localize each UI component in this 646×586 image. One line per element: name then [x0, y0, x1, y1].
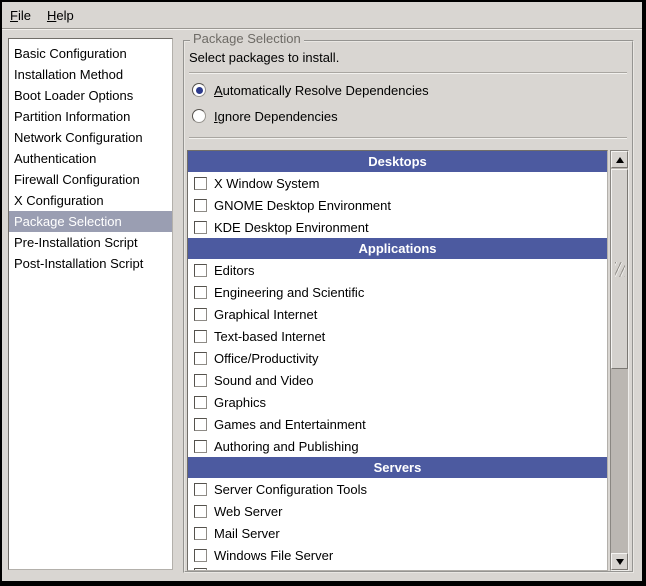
package-row[interactable]: Windows File Server [188, 544, 607, 566]
kickstart-configurator-window: File Help Basic Configuration Installati… [0, 0, 646, 586]
sidebar-item-post-installation-script[interactable]: Post-Installation Script [9, 253, 172, 274]
checkbox-unchecked-icon[interactable] [194, 374, 207, 387]
package-label: Engineering and Scientific [214, 285, 364, 300]
package-row[interactable]: Authoring and Publishing [188, 435, 607, 457]
radio-ignore-dependencies[interactable]: Ignore Dependencies [192, 105, 338, 127]
checkbox-unchecked-icon[interactable] [194, 527, 207, 540]
arrow-down-icon [616, 559, 624, 565]
separator [189, 137, 627, 139]
package-label: Editors [214, 263, 254, 278]
package-label: Graphics [214, 395, 266, 410]
checkbox-unchecked-icon[interactable] [194, 418, 207, 431]
package-row[interactable]: Mail Server [188, 522, 607, 544]
checkbox-unchecked-icon[interactable] [194, 264, 207, 277]
radio-auto-resolve-dependencies[interactable]: Automatically Resolve Dependencies [192, 79, 429, 101]
frame-subtitle: Select packages to install. [189, 49, 339, 66]
package-row[interactable]: Office/Productivity [188, 347, 607, 369]
package-label: Office/Productivity [214, 351, 319, 366]
checkbox-unchecked-icon[interactable] [194, 483, 207, 496]
sidebar-item-x-configuration[interactable]: X Configuration [9, 190, 172, 211]
radio-selected-icon [192, 83, 206, 97]
menubar: File Help [2, 2, 642, 29]
sidebar-item-package-selection[interactable]: Package Selection [9, 211, 172, 232]
package-row[interactable]: Text-based Internet [188, 325, 607, 347]
sidebar-item-firewall-configuration[interactable]: Firewall Configuration [9, 169, 172, 190]
package-label: X Window System [214, 176, 319, 191]
radio-label: Automatically Resolve Dependencies [214, 83, 429, 98]
checkbox-unchecked-icon[interactable] [194, 286, 207, 299]
package-label: Sound and Video [214, 373, 314, 388]
sidebar-item-authentication[interactable]: Authentication [9, 148, 172, 169]
package-label: Web Server [214, 504, 282, 519]
package-row[interactable]: Graphics [188, 391, 607, 413]
package-row[interactable]: Server Configuration Tools [188, 478, 607, 500]
package-row[interactable]: Web Server [188, 500, 607, 522]
sidebar-item-boot-loader-options[interactable]: Boot Loader Options [9, 85, 172, 106]
checkbox-unchecked-icon[interactable] [194, 177, 207, 190]
package-label: GNOME Desktop Environment [214, 198, 391, 213]
package-label: Windows File Server [214, 548, 333, 563]
package-label: Server Configuration Tools [214, 482, 367, 497]
package-label: KDE Desktop Environment [214, 220, 369, 235]
package-row[interactable]: GNOME Desktop Environment [188, 194, 607, 216]
package-row[interactable]: X Window System [188, 172, 607, 194]
radio-label: Ignore Dependencies [214, 109, 338, 124]
separator [189, 72, 627, 74]
package-label: Mail Server [214, 526, 280, 541]
checkbox-unchecked-icon[interactable] [194, 505, 207, 518]
radio-unselected-icon [192, 109, 206, 123]
scroll-down-button[interactable] [611, 553, 628, 570]
sidebar-item-pre-installation-script[interactable]: Pre-Installation Script [9, 232, 172, 253]
menu-help[interactable]: Help [39, 2, 82, 28]
section-list: Basic Configuration Installation Method … [8, 38, 173, 570]
package-row[interactable]: Sound and Video [188, 369, 607, 391]
package-row[interactable]: Games and Entertainment [188, 413, 607, 435]
package-tree: Desktops X Window System GNOME Desktop E… [187, 150, 608, 571]
sidebar-item-partition-information[interactable]: Partition Information [9, 106, 172, 127]
checkbox-unchecked-icon[interactable] [194, 440, 207, 453]
scroll-up-button[interactable] [611, 151, 628, 168]
package-row[interactable]: Editors [188, 259, 607, 281]
checkbox-unchecked-icon[interactable] [194, 568, 207, 571]
vertical-scrollbar[interactable] [610, 150, 629, 571]
package-row-partial[interactable] [188, 566, 607, 571]
package-label: Text-based Internet [214, 329, 325, 344]
sidebar-item-basic-configuration[interactable]: Basic Configuration [9, 43, 172, 64]
package-row[interactable]: Graphical Internet [188, 303, 607, 325]
category-header-desktops[interactable]: Desktops [188, 151, 607, 172]
thumb-grip-icon [615, 262, 625, 277]
sidebar-item-installation-method[interactable]: Installation Method [9, 64, 172, 85]
checkbox-unchecked-icon[interactable] [194, 549, 207, 562]
package-row[interactable]: KDE Desktop Environment [188, 216, 607, 238]
checkbox-unchecked-icon[interactable] [194, 221, 207, 234]
package-label: Games and Entertainment [214, 417, 366, 432]
package-label: Authoring and Publishing [214, 439, 359, 454]
category-header-servers[interactable]: Servers [188, 457, 607, 478]
arrow-up-icon [616, 157, 624, 163]
menu-file[interactable]: File [2, 2, 39, 28]
package-label: Graphical Internet [214, 307, 317, 322]
checkbox-unchecked-icon[interactable] [194, 199, 207, 212]
category-header-applications[interactable]: Applications [188, 238, 607, 259]
sidebar-item-network-configuration[interactable]: Network Configuration [9, 127, 172, 148]
checkbox-unchecked-icon[interactable] [194, 352, 207, 365]
package-row[interactable]: Engineering and Scientific [188, 281, 607, 303]
scrollbar-thumb[interactable] [611, 169, 628, 369]
frame-title: Package Selection [190, 31, 304, 47]
checkbox-unchecked-icon[interactable] [194, 396, 207, 409]
checkbox-unchecked-icon[interactable] [194, 330, 207, 343]
checkbox-unchecked-icon[interactable] [194, 308, 207, 321]
